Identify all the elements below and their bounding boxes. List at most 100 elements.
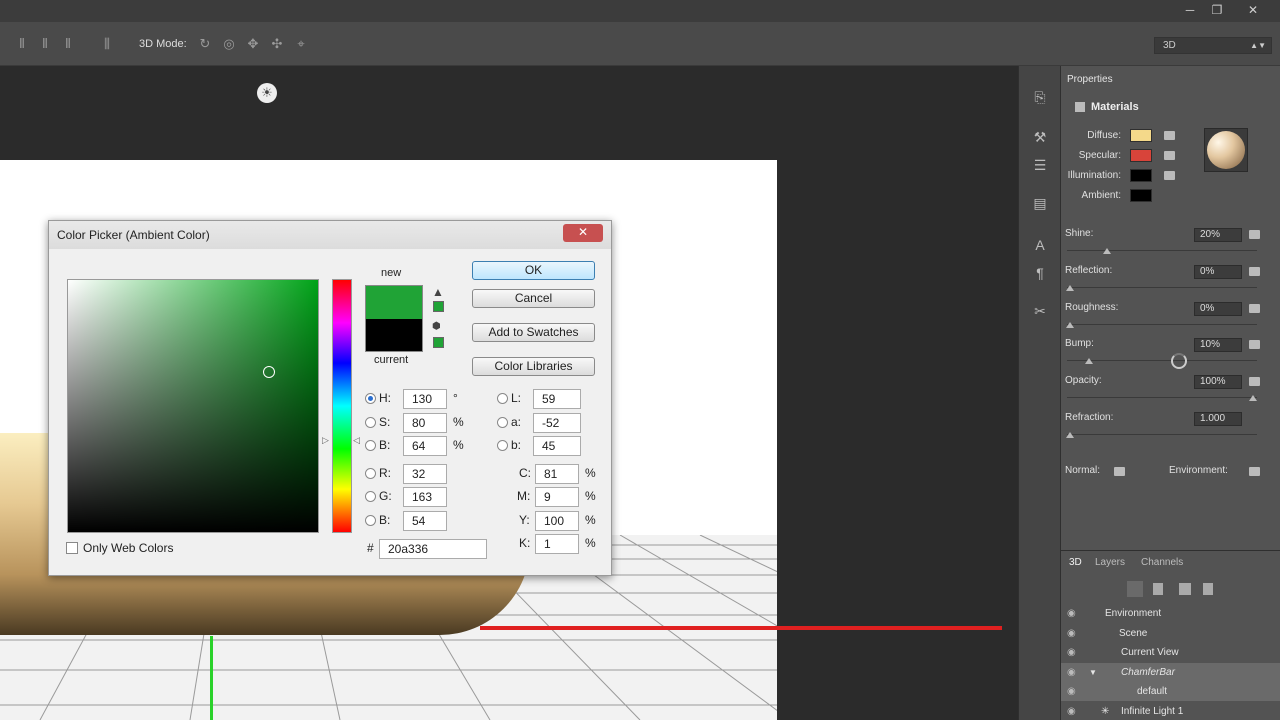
folder-icon[interactable]	[1164, 151, 1175, 160]
folder-icon[interactable]	[1249, 377, 1260, 386]
folder-icon[interactable]	[1249, 304, 1260, 313]
opacity-knob[interactable]	[1249, 395, 1257, 401]
input-b[interactable]: 64	[403, 436, 447, 456]
input-a[interactable]: -52	[533, 413, 581, 433]
input-l[interactable]: 59	[533, 389, 581, 409]
input-g[interactable]: 163	[403, 487, 447, 507]
gamut-swatch[interactable]	[433, 301, 444, 312]
shine-slider[interactable]	[1067, 250, 1257, 251]
restore-icon[interactable]: ❐	[1202, 0, 1232, 22]
folder-icon[interactable]	[1249, 467, 1260, 476]
folder-icon[interactable]	[1164, 131, 1175, 140]
cube-icon[interactable]: ⬢	[432, 321, 441, 332]
radio-g[interactable]	[365, 491, 376, 502]
specular-swatch[interactable]	[1130, 149, 1152, 162]
bump-value[interactable]: 10%	[1194, 338, 1242, 352]
bump-slider[interactable]	[1067, 360, 1257, 361]
roughness-value[interactable]: 0%	[1194, 302, 1242, 316]
tool-presets-icon[interactable]: ⚒	[1031, 128, 1049, 146]
folder-icon[interactable]	[1249, 340, 1260, 349]
adjustments-icon[interactable]: ☰	[1031, 156, 1049, 174]
light-widget-icon[interactable]: ☀	[257, 83, 277, 103]
character-icon[interactable]: A	[1031, 236, 1049, 254]
cancel-button[interactable]: Cancel	[472, 289, 595, 308]
workspace-select[interactable]: 3D ▲▼	[1154, 37, 1272, 54]
add-to-swatches-button[interactable]: Add to Swatches	[472, 323, 595, 342]
tab-channels[interactable]: Channels	[1141, 557, 1183, 568]
eye-icon[interactable]: ◉	[1067, 604, 1076, 623]
radio-blue[interactable]	[365, 515, 376, 526]
opacity-value[interactable]: 100%	[1194, 375, 1242, 389]
illumination-swatch[interactable]	[1130, 169, 1152, 182]
refraction-slider[interactable]	[1067, 434, 1257, 435]
input-c[interactable]: 81	[535, 464, 579, 484]
roughness-slider[interactable]	[1067, 324, 1257, 325]
folder-icon[interactable]	[1114, 467, 1125, 476]
input-s[interactable]: 80	[403, 413, 447, 433]
radio-b[interactable]	[365, 440, 376, 451]
shine-knob[interactable]	[1103, 248, 1111, 254]
history-icon[interactable]: ⎘	[1031, 88, 1049, 106]
hue-caret-right-icon[interactable]: ◁	[353, 435, 360, 446]
layer-row[interactable]: ◉ ✳ Infinite Light 1	[1061, 702, 1280, 720]
ambient-swatch[interactable]	[1130, 189, 1152, 202]
refraction-knob[interactable]	[1066, 432, 1074, 438]
layer-row[interactable]: ◉ Current View	[1061, 643, 1280, 662]
input-lab-b[interactable]: 45	[533, 436, 581, 456]
radio-lab-b[interactable]	[497, 440, 508, 451]
only-web-colors-checkbox[interactable]	[66, 542, 78, 554]
shine-value[interactable]: 20%	[1194, 228, 1242, 242]
close-icon[interactable]: ✕	[1238, 0, 1268, 22]
brush-icon[interactable]: ✂	[1031, 302, 1049, 320]
radio-l[interactable]	[497, 393, 508, 404]
radio-r[interactable]	[365, 468, 376, 479]
close-icon[interactable]: ✕	[563, 224, 603, 242]
input-hex[interactable]: 20a336	[379, 539, 487, 559]
eye-icon[interactable]: ◉	[1067, 663, 1076, 682]
reflection-knob[interactable]	[1066, 285, 1074, 291]
scale-icon[interactable]: ⌖	[293, 37, 309, 51]
pan-icon[interactable]: ✥	[245, 37, 261, 51]
input-r[interactable]: 32	[403, 464, 447, 484]
diffuse-swatch[interactable]	[1130, 129, 1152, 142]
roughness-knob[interactable]	[1066, 322, 1074, 328]
eye-icon[interactable]: ◉	[1067, 682, 1076, 701]
eye-icon[interactable]: ◉	[1067, 624, 1076, 643]
layer-row[interactable]: ◉ ▼ ChamferBar	[1061, 663, 1280, 682]
reflection-slider[interactable]	[1067, 287, 1257, 288]
align-right-icon[interactable]: ⫴	[60, 37, 76, 51]
color-marker[interactable]	[263, 366, 275, 378]
filter-light-icon[interactable]	[1203, 583, 1213, 595]
warning-icon[interactable]: ▲	[432, 285, 444, 299]
tab-layers[interactable]: Layers	[1095, 557, 1125, 568]
roll-icon[interactable]: ◎	[221, 37, 237, 51]
input-k[interactable]: 1	[535, 534, 579, 554]
radio-s[interactable]	[365, 417, 376, 428]
layer-row[interactable]: ◉ Environment	[1061, 604, 1280, 623]
folder-icon[interactable]	[1164, 171, 1175, 180]
distribute-icon[interactable]: ⫼	[99, 37, 115, 51]
layer-row[interactable]: ◉ Scene	[1061, 624, 1280, 643]
color-libraries-button[interactable]: Color Libraries	[472, 357, 595, 376]
material-preview[interactable]	[1204, 128, 1248, 172]
properties-tab[interactable]: Properties	[1067, 74, 1113, 85]
paragraph-icon[interactable]: ¶	[1031, 264, 1049, 282]
input-m[interactable]: 9	[535, 487, 579, 507]
input-blue[interactable]: 54	[403, 511, 447, 531]
align-left-icon[interactable]: ⫴	[14, 37, 30, 51]
filter-material-icon[interactable]	[1179, 583, 1191, 595]
web-safe-swatch[interactable]	[433, 337, 444, 348]
hue-caret-left-icon[interactable]: ▷	[322, 435, 329, 446]
eye-icon[interactable]: ◉	[1067, 702, 1076, 720]
reflection-value[interactable]: 0%	[1194, 265, 1242, 279]
folder-icon[interactable]	[1249, 267, 1260, 276]
ok-button[interactable]: OK	[472, 261, 595, 280]
layer-row[interactable]: ◉ default	[1061, 682, 1280, 701]
refraction-value[interactable]: 1.000	[1194, 412, 1242, 426]
slide-icon[interactable]: ✣	[269, 37, 285, 51]
bump-knob[interactable]	[1085, 358, 1093, 364]
folder-icon[interactable]	[1249, 230, 1260, 239]
saturation-field[interactable]	[67, 279, 319, 533]
hue-slider[interactable]	[332, 279, 352, 533]
radio-h[interactable]	[365, 393, 376, 404]
